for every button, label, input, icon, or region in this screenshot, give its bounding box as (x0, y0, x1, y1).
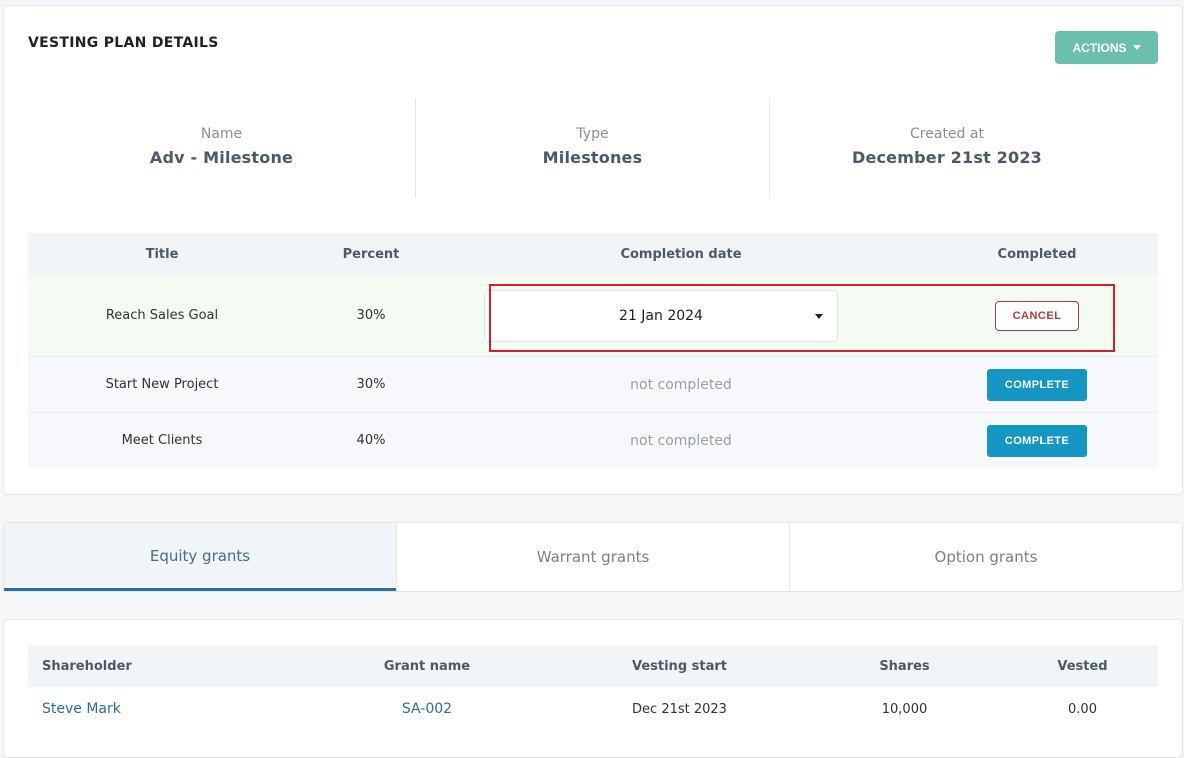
grant-name-link[interactable]: SA-002 (297, 701, 557, 717)
completed-cell: COMPLETE (916, 424, 1158, 457)
milestone-percent: 40% (356, 433, 386, 448)
tab-warrant-grants[interactable]: Warrant grants (396, 523, 789, 591)
table-header: Title Percent Completion date Completed (28, 233, 1158, 275)
tab-option-grants[interactable]: Option grants (789, 523, 1182, 591)
col-grant-name: Grant name (383, 658, 471, 674)
col-shareholder: Shareholder (42, 658, 132, 674)
info-value: December 21st 2023 (851, 148, 1043, 167)
highlight-box-completion (489, 284, 1115, 352)
tab-equity-grants[interactable]: Equity grants (4, 523, 396, 591)
vesting-plan-card: VESTING PLAN DETAILS ACTIONS Name Adv - … (3, 5, 1183, 495)
table-header: Shareholder Grant name Vesting start Sha… (28, 645, 1158, 687)
completion-date-status: not completed (630, 432, 732, 449)
info-name: Name Adv - Milestone (28, 98, 415, 198)
col-percent: Percent (342, 246, 400, 262)
milestone-title: Start New Project (105, 377, 219, 392)
milestone-title: Reach Sales Goal (105, 308, 219, 323)
completion-date-status: not completed (630, 376, 732, 393)
info-label: Created at (910, 126, 984, 142)
milestone-percent: 30% (356, 377, 386, 392)
col-vesting-start: Vesting start (631, 658, 727, 674)
vested-value: 0.00 (1068, 701, 1097, 717)
shareholder-link[interactable]: Steve Mark (28, 701, 297, 717)
actions-label: ACTIONS (1072, 40, 1127, 55)
col-shares: Shares (879, 658, 930, 674)
vesting-start-value: Dec 21st 2023 (632, 701, 727, 717)
shares-value: 10,000 (881, 701, 928, 717)
info-value: Milestones (542, 148, 643, 167)
table-row: Steve Mark SA-002 Dec 21st 2023 10,000 0… (28, 687, 1158, 731)
page-title: VESTING PLAN DETAILS (28, 35, 219, 51)
milestone-percent: 30% (356, 308, 386, 323)
table-row: Meet Clients 40% not completed COMPLETE (28, 413, 1158, 468)
milestone-title: Meet Clients (121, 433, 203, 448)
completed-cell: COMPLETE (916, 368, 1158, 401)
col-completion-date: Completion date (620, 246, 742, 262)
info-created: Created at December 21st 2023 (770, 98, 1124, 198)
col-completed: Completed (997, 246, 1077, 262)
grant-tabs: Equity grants Warrant grants Option gran… (3, 522, 1183, 592)
grants-card: Shareholder Grant name Vesting start Sha… (3, 619, 1183, 758)
info-type: Type Milestones (416, 98, 769, 198)
complete-button[interactable]: COMPLETE (987, 424, 1087, 457)
col-title: Title (145, 246, 179, 262)
grants-table: Shareholder Grant name Vesting start Sha… (28, 645, 1158, 731)
table-row: Start New Project 30% not completed COMP… (28, 357, 1158, 413)
col-vested: Vested (1057, 658, 1108, 674)
actions-dropdown-button[interactable]: ACTIONS (1055, 31, 1158, 64)
info-value: Adv - Milestone (149, 148, 294, 167)
complete-button[interactable]: COMPLETE (987, 368, 1087, 401)
caret-down-icon (1132, 45, 1141, 50)
info-label: Type (576, 126, 609, 142)
info-label: Name (200, 126, 243, 142)
